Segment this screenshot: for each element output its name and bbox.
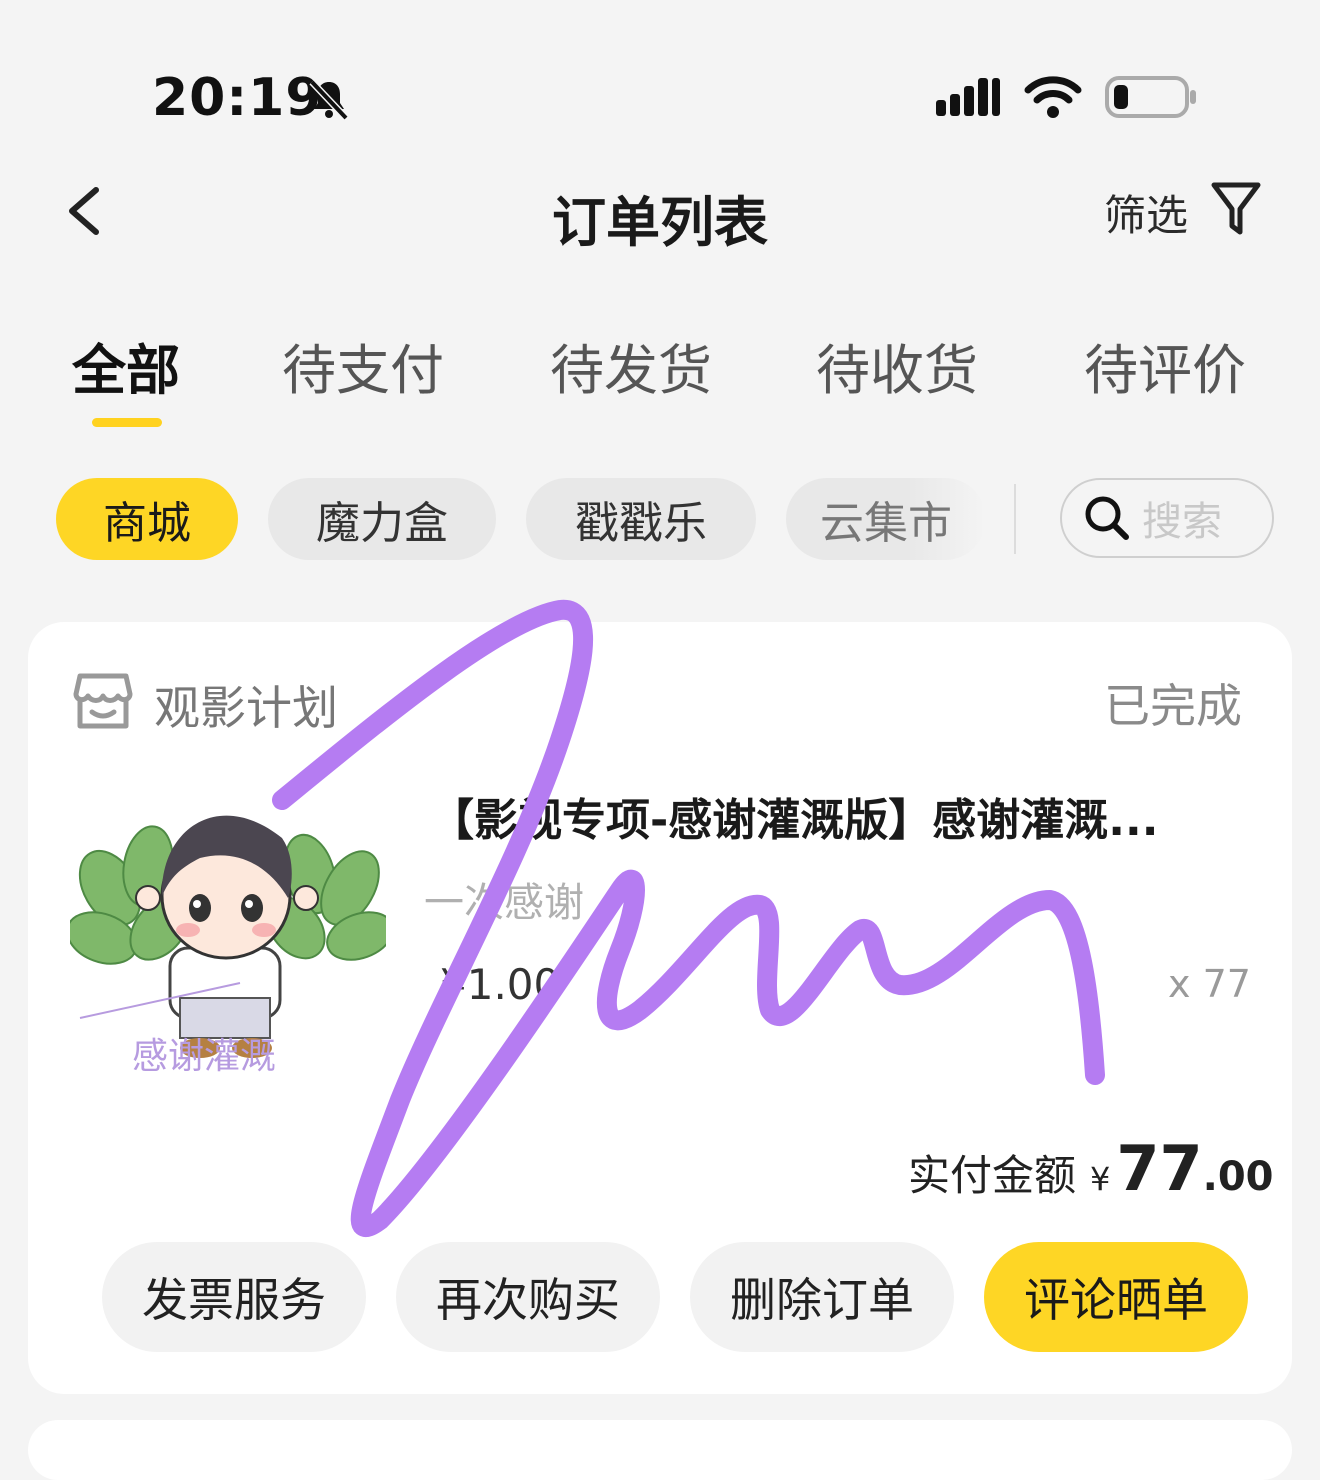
funnel-icon[interactable] [1210,180,1262,238]
invoice-service-button[interactable]: 发票服务 [102,1242,366,1352]
paid-amount: 实付金额 ¥ 77 .00 [908,1132,1274,1205]
bell-muted-icon [309,79,349,121]
delete-order-button[interactable]: 删除订单 [690,1242,954,1352]
tab-pending-payment[interactable]: 待支付 [282,326,444,405]
review-button[interactable]: 评论晒单 [984,1242,1248,1352]
battery-icon [1105,76,1196,118]
store-name[interactable]: 观影计划 [154,672,338,738]
search-button[interactable]: 搜索 [1060,478,1274,558]
product-thumbnail[interactable]: 感谢灌溉 [70,778,386,1088]
product-spec: 一次感谢 [424,880,584,926]
chip-cloud-market[interactable]: 云集市 [786,478,986,560]
tab-pending-shipment[interactable]: 待发货 [550,326,712,405]
filter-button[interactable]: 筛选 [1104,182,1188,243]
search-icon [1085,496,1129,540]
store-icon [73,673,133,729]
chip-divider [1014,484,1016,554]
chip-magic-box[interactable]: 魔力盒 [268,478,496,560]
unit-price: ¥1.00 [440,960,561,1009]
quantity: x 77 [1168,962,1251,1006]
wifi-icon [1024,76,1082,118]
search-placeholder: 搜索 [1142,499,1222,545]
paid-currency: ¥ [1090,1160,1111,1198]
next-order-card[interactable] [28,1420,1292,1480]
chip-poke-fun[interactable]: 戳戳乐 [526,478,756,560]
tab-all[interactable]: 全部 [72,326,180,405]
tab-pending-review[interactable]: 待评价 [1084,326,1246,405]
tab-pending-receipt[interactable]: 待收货 [816,326,978,405]
paid-label: 实付金额 [908,1151,1077,1200]
status-time: 20:19 [152,68,323,128]
product-title[interactable]: 【影视专项-感谢灌溉版】感谢灌溉... [430,784,1230,848]
thumbnail-caption: 感谢灌溉 [132,1036,276,1077]
chibi-character-image: 感谢灌溉 [70,815,386,1077]
order-status: 已完成 [1104,679,1242,733]
active-tab-indicator [92,418,162,427]
paid-decimal: .00 [1202,1154,1274,1200]
cellular-signal-icon [936,78,1000,116]
paid-integer: 77 [1116,1132,1203,1205]
chip-mall[interactable]: 商城 [56,478,238,560]
buy-again-button[interactable]: 再次购买 [396,1242,660,1352]
